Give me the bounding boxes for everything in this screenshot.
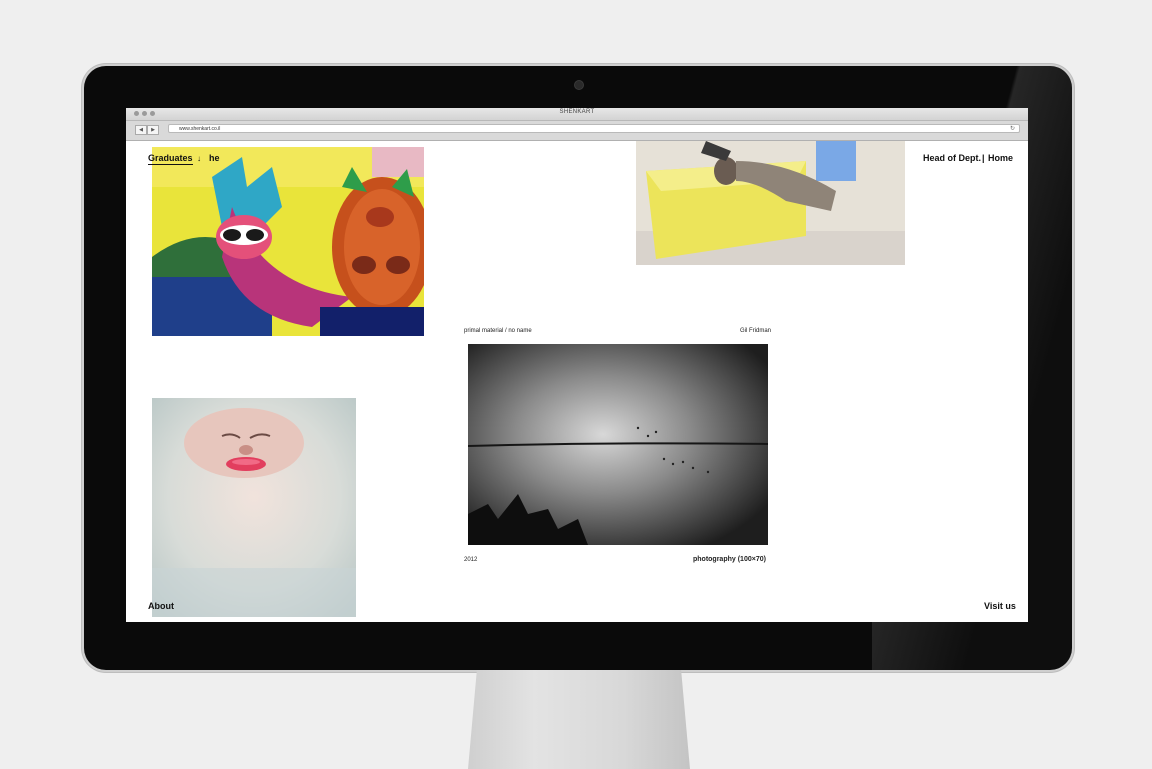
nav-about[interactable]: About [148, 601, 174, 611]
page-content: primal material / no name Gil Fridman 20… [126, 141, 1028, 622]
yellow-tub-image [636, 141, 905, 265]
browser-window: SHENKART ◀ ▶ www.shenkart.co.il ↻ primal… [126, 108, 1028, 622]
face-fog-image [152, 398, 356, 617]
artwork-face-fog[interactable] [152, 398, 356, 617]
painting-faces-image [152, 147, 424, 336]
artwork-title: primal material / no name [464, 328, 532, 334]
artist-name[interactable]: Gil Fridman [740, 328, 771, 334]
nav-home[interactable]: Home [988, 153, 1013, 163]
nav-separator: | [982, 153, 985, 163]
browser-toolbar: ◀ ▶ www.shenkart.co.il ↻ [126, 121, 1028, 141]
back-button[interactable]: ◀ [135, 125, 147, 135]
artwork-painting-faces[interactable] [152, 147, 424, 336]
featured-photo-image [468, 344, 768, 545]
reload-icon[interactable]: ↻ [1010, 125, 1015, 134]
artwork-medium: photography (100×70) [693, 556, 766, 563]
monitor-stand [468, 670, 690, 769]
title-bar: SHENKART [126, 108, 1028, 121]
nav-visit-us[interactable]: Visit us [984, 601, 1016, 611]
artwork-yellow-tub[interactable] [636, 141, 905, 265]
history-buttons: ◀ ▶ [135, 125, 159, 135]
nav-head-of-dept[interactable]: Head of Dept. [923, 153, 981, 163]
artwork-featured-photo[interactable] [468, 344, 768, 545]
artwork-year: 2012 [464, 557, 478, 563]
nav-graduates[interactable]: Graduates [148, 153, 193, 165]
address-bar[interactable]: www.shenkart.co.il ↻ [168, 124, 1020, 133]
language-switch-he[interactable]: he [209, 153, 220, 163]
forward-button[interactable]: ▶ [147, 125, 159, 135]
dropdown-arrow-icon[interactable]: ↓ [197, 154, 201, 163]
camera-dot [574, 80, 584, 90]
window-title: SHENKART [559, 109, 595, 115]
url-text: www.shenkart.co.il [179, 126, 221, 132]
